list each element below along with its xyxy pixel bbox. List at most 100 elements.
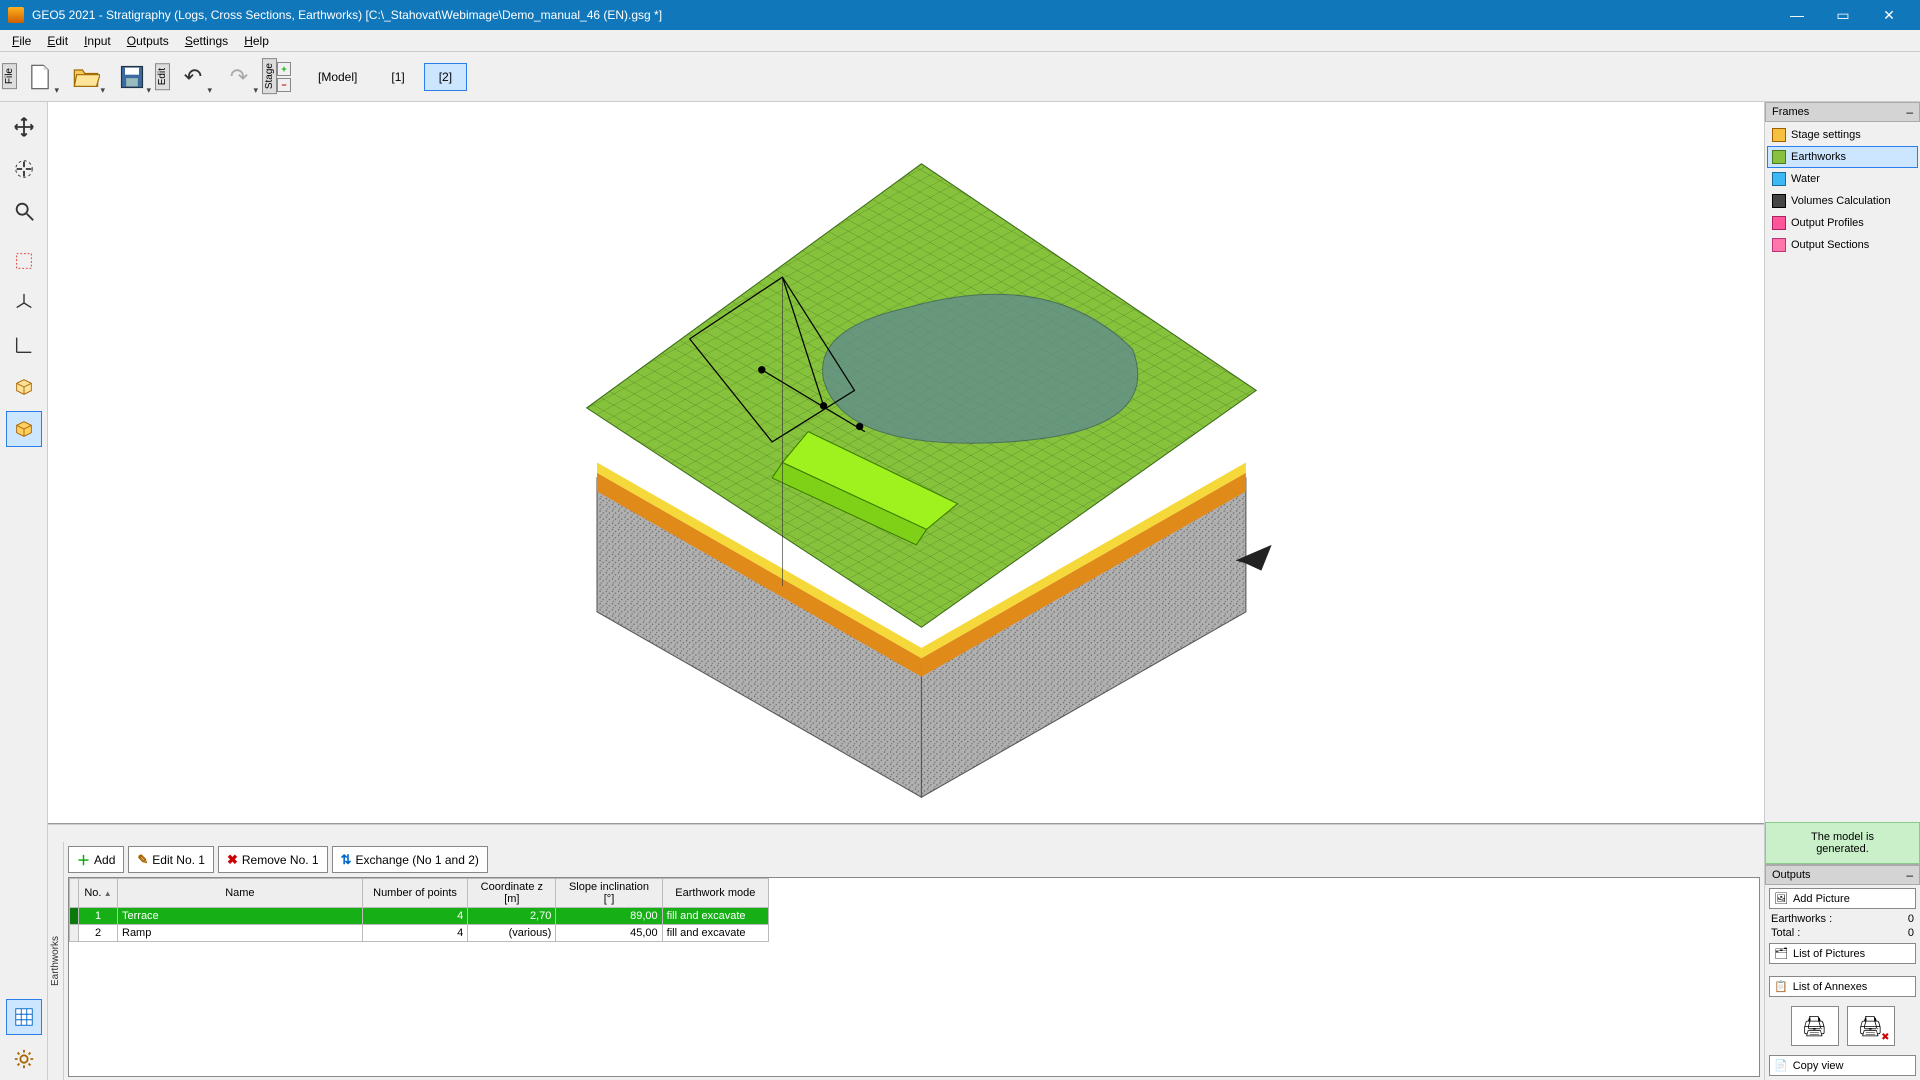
view-cube-b[interactable] <box>6 411 42 447</box>
pencil-icon: ✎ <box>137 852 148 868</box>
frame-output-sections[interactable]: Output Sections <box>1767 234 1918 256</box>
view-cube-a[interactable] <box>6 369 42 405</box>
frame-earthworks[interactable]: Earthworks <box>1767 146 1918 168</box>
menu-input[interactable]: Input <box>76 32 119 50</box>
minimize-button[interactable]: — <box>1774 0 1820 30</box>
earthworks-icon <box>1772 150 1786 164</box>
cube-icon <box>13 376 35 398</box>
settings-button[interactable] <box>6 1041 42 1077</box>
cell-slope: 89,00 <box>556 908 662 925</box>
cell-name: Terrace <box>118 908 363 925</box>
titlebar: GEO5 2021 - Stratigraphy (Logs, Cross Se… <box>0 0 1920 30</box>
col-npts[interactable]: Number of points <box>362 879 468 908</box>
table-view-button[interactable] <box>6 999 42 1035</box>
print-button[interactable]: 🖨 <box>1791 1006 1839 1046</box>
pan-tool[interactable] <box>6 109 42 145</box>
add-stage-button[interactable]: + <box>277 62 291 76</box>
stage-1-button[interactable]: [1] <box>376 63 419 91</box>
zoom-tool[interactable] <box>6 193 42 229</box>
left-toolstrip <box>0 102 48 1080</box>
collapse-icon[interactable]: – <box>1906 105 1913 119</box>
save-file-button[interactable] <box>111 56 153 98</box>
maximize-button[interactable]: ▭ <box>1820 0 1866 30</box>
frame-output-profiles[interactable]: Output Profiles <box>1767 212 1918 234</box>
add-button[interactable]: ＋Add <box>68 846 124 873</box>
frame-stage-settings[interactable]: Stage settings <box>1767 124 1918 146</box>
terrain-model <box>48 102 1764 823</box>
cell-no: 1 <box>79 908 118 925</box>
cell-mode: fill and excavate <box>662 925 768 942</box>
menu-edit[interactable]: Edit <box>39 32 76 50</box>
printer-icon: 🖨 <box>1858 1014 1883 1039</box>
menubar: File Edit Input Outputs Settings Help <box>0 30 1920 52</box>
profiles-icon <box>1772 216 1786 230</box>
edit-tab[interactable]: Edit <box>155 63 170 90</box>
list-pictures-button[interactable]: 🗂List of Pictures <box>1769 943 1916 964</box>
window-title: GEO5 2021 - Stratigraphy (Logs, Cross Se… <box>32 8 1774 22</box>
menu-help[interactable]: Help <box>236 32 277 50</box>
axes-3d-tool[interactable] <box>6 285 42 321</box>
frame-volumes[interactable]: Volumes Calculation <box>1767 190 1918 212</box>
menu-outputs[interactable]: Outputs <box>119 32 177 50</box>
new-file-button[interactable] <box>19 56 61 98</box>
table-icon <box>13 1006 35 1028</box>
axes-2d-tool[interactable] <box>6 327 42 363</box>
table-row[interactable]: 1 Terrace 4 2,70 89,00 fill and excavate <box>70 908 769 925</box>
toolbar: File Edit ↶ ↷ Stage + − [Model] [1] [2] <box>0 52 1920 102</box>
table-row[interactable]: 2 Ramp 4 (various) 45,00 fill and excava… <box>70 925 769 942</box>
col-mode[interactable]: Earthwork mode <box>662 879 768 908</box>
list-annexes-button[interactable]: 📋List of Annexes <box>1769 976 1916 997</box>
file-tab[interactable]: File <box>2 63 17 89</box>
frames-title: Frames– <box>1765 102 1920 122</box>
x-icon: ✖ <box>227 852 238 868</box>
print-error-button[interactable]: 🖨 <box>1847 1006 1895 1046</box>
redo-button[interactable]: ↷ <box>218 56 260 98</box>
stage-tab[interactable]: Stage <box>262 58 277 94</box>
col-z[interactable]: Coordinate z[m] <box>468 879 556 908</box>
col-name[interactable]: Name <box>118 879 363 908</box>
frame-label: Stage settings <box>1791 129 1861 141</box>
copy-view-button[interactable]: 📄Copy view <box>1769 1055 1916 1076</box>
status-line2: generated. <box>1770 843 1915 855</box>
undo-button[interactable]: ↶ <box>172 56 214 98</box>
magnifier-icon <box>13 200 35 222</box>
cell-no: 2 <box>79 925 118 942</box>
picture-plus-icon: 🖼 <box>1774 892 1788 905</box>
open-file-button[interactable] <box>65 56 107 98</box>
model-status: The model is generated. <box>1765 822 1920 864</box>
frame-label: Output Profiles <box>1791 217 1864 229</box>
list-annexes-label: List of Annexes <box>1793 981 1868 993</box>
frame-water[interactable]: Water <box>1767 168 1918 190</box>
model-viewport[interactable] <box>48 102 1764 824</box>
col-slope[interactable]: Slope inclination[°] <box>556 879 662 908</box>
add-label: Add <box>94 853 115 867</box>
frames-list: Stage settings Earthworks Water Volumes … <box>1765 122 1920 258</box>
sections-icon <box>1772 238 1786 252</box>
copy-icon: 📄 <box>1774 1059 1788 1072</box>
gear-icon <box>13 1048 35 1070</box>
menu-settings[interactable]: Settings <box>177 32 236 50</box>
menu-file[interactable]: File <box>4 32 39 50</box>
stage-model-button[interactable]: [Model] <box>303 63 372 91</box>
rotate-tool[interactable] <box>6 151 42 187</box>
close-button[interactable]: ✕ <box>1866 0 1912 30</box>
cell-mode: fill and excavate <box>662 908 768 925</box>
list-icon: 🗂 <box>1774 947 1788 960</box>
select-box-tool[interactable] <box>6 243 42 279</box>
col-no[interactable]: No. <box>84 887 111 899</box>
edit-button[interactable]: ✎Edit No. 1 <box>128 846 214 873</box>
swap-icon: ⇅ <box>341 852 352 868</box>
undo-icon: ↶ <box>184 64 202 90</box>
add-picture-button[interactable]: 🖼Add Picture <box>1769 888 1916 909</box>
remove-label: Remove No. 1 <box>242 853 319 867</box>
stage-2-button[interactable]: [2] <box>424 63 467 91</box>
collapse-icon[interactable]: – <box>1906 868 1913 882</box>
remove-button[interactable]: ✖ Remove No. 1 <box>218 846 328 873</box>
bottom-tab[interactable]: Earthworks <box>48 842 64 1080</box>
earthworks-grid[interactable]: No. Name Number of points Coordinate z[m… <box>68 877 1760 1077</box>
remove-stage-button[interactable]: − <box>277 78 291 92</box>
outputs-total-count: Total :0 <box>1765 926 1920 940</box>
status-line1: The model is <box>1770 831 1915 843</box>
redo-icon: ↷ <box>230 64 248 90</box>
exchange-button[interactable]: ⇅Exchange (No 1 and 2) <box>332 846 488 873</box>
